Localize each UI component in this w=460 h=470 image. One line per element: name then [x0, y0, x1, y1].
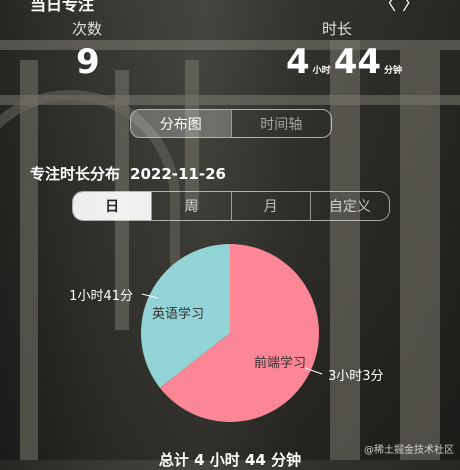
tab-month[interactable]: 月	[230, 192, 310, 220]
pie-slice-frontend	[159, 244, 319, 423]
pie-label-english: 英语学习	[152, 306, 204, 322]
tab-custom[interactable]: 自定义	[309, 192, 389, 220]
section-date: 2022-11-26	[130, 165, 226, 183]
duration-value: 4 小时44 分钟	[286, 42, 405, 82]
duration-minutes: 44	[333, 42, 382, 82]
tab-timeline[interactable]: 时间轴	[230, 110, 332, 137]
count-value: 9	[76, 42, 100, 82]
duration-label: 时长	[322, 20, 353, 38]
tab-week[interactable]: 周	[151, 192, 230, 220]
page-title: 当日专注	[30, 0, 95, 14]
top-bar: 当日专注 〈 〉	[0, 0, 460, 16]
tab-day[interactable]: 日	[73, 192, 152, 220]
pie-label-frontend: 前端学习	[254, 355, 306, 371]
section-title: 专注时长分布 2022-11-26	[30, 163, 226, 184]
duration-hours-unit: 小时	[312, 66, 331, 76]
date-nav-arrows[interactable]: 〈 〉	[378, 0, 420, 16]
count-label: 次数	[72, 20, 103, 38]
tab-distribution[interactable]: 分布图	[131, 110, 231, 137]
duration-minutes-unit: 分钟	[384, 66, 403, 76]
watermark: @稀土掘金技术社区	[364, 445, 454, 456]
pie-leader-line-frontend	[304, 367, 323, 375]
duration-hours: 4	[286, 42, 310, 82]
view-switcher: 分布图 时间轴	[130, 109, 332, 138]
section-title-text: 专注时长分布	[30, 165, 121, 183]
period-switcher: 日 周 月 自定义	[72, 191, 390, 221]
